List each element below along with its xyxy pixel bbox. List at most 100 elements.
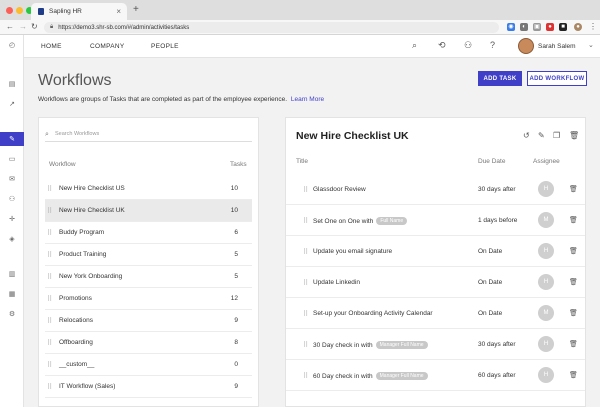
column-header-tasks[interactable]: Tasks <box>230 161 247 168</box>
drag-handle-icon[interactable]: ⠿ <box>303 217 308 225</box>
edit-icon[interactable]: ✎ <box>538 131 545 140</box>
page-title: Workflows <box>38 72 112 89</box>
workflow-row[interactable]: ⠿ New Hire Checklist US 10 <box>45 178 252 200</box>
copy-icon[interactable]: ❐ <box>553 131 560 140</box>
add-task-button[interactable]: ADD TASK <box>478 71 522 86</box>
help-icon[interactable]: ? <box>490 40 495 50</box>
assignee-avatar[interactable]: H <box>538 181 554 197</box>
add-workflow-button[interactable]: ADD WORKFLOW <box>527 71 587 86</box>
documents-icon[interactable]: ▭ <box>0 152 24 166</box>
drag-handle-icon[interactable]: ⠿ <box>303 310 308 318</box>
reset-icon[interactable]: ↺ <box>523 131 530 140</box>
chevron-down-icon[interactable]: ⌄ <box>588 41 594 49</box>
assignee-avatar[interactable]: H <box>538 336 554 352</box>
drag-handle-icon[interactable]: ⠿ <box>47 273 52 281</box>
workflow-row[interactable]: ⠿ Offboarding 8 <box>45 332 252 354</box>
drag-handle-icon[interactable]: ⠿ <box>47 383 52 391</box>
browser-tab[interactable]: Sapling HR × <box>31 3 127 20</box>
reload-icon[interactable]: ↻ <box>31 22 38 31</box>
close-window-button[interactable] <box>6 7 13 14</box>
extension-icon-5[interactable]: ■ <box>559 23 567 31</box>
delete-task-icon[interactable]: 🗑︎ <box>569 309 578 317</box>
search-icon[interactable]: ⌕ <box>412 40 417 51</box>
extension-icon-3[interactable]: ▣ <box>533 23 541 31</box>
workflow-name: Promotions <box>59 295 92 302</box>
drag-handle-icon[interactable]: ⠿ <box>303 372 308 380</box>
drag-handle-icon[interactable]: ⠿ <box>47 185 52 193</box>
back-icon[interactable]: ← <box>6 22 14 31</box>
close-tab-icon[interactable]: × <box>116 7 121 16</box>
browser-menu-icon[interactable]: ⋮ <box>589 22 597 31</box>
delete-task-icon[interactable]: 🗑︎ <box>569 371 578 379</box>
assignee-avatar[interactable]: H <box>538 367 554 383</box>
task-row[interactable]: ⠿ Set-up your Onboarding Activity Calenda… <box>286 298 585 329</box>
delete-task-icon[interactable]: 🗑︎ <box>569 278 578 286</box>
forward-icon[interactable]: → <box>19 22 27 31</box>
drag-handle-icon[interactable]: ⠿ <box>47 295 52 303</box>
assignee-avatar[interactable]: H <box>538 243 554 259</box>
drag-handle-icon[interactable]: ⠿ <box>47 361 52 369</box>
delete-task-icon[interactable]: 🗑︎ <box>569 216 578 224</box>
sapling-logo-icon[interactable]: ◴ <box>0 38 24 52</box>
drag-handle-icon[interactable]: ⠿ <box>47 207 52 215</box>
reports-icon[interactable]: ↗ <box>0 97 24 111</box>
workflow-row[interactable]: ⠿ __custom__ 0 <box>45 354 252 376</box>
workflow-name: IT Workflow (Sales) <box>59 383 116 390</box>
delete-task-icon[interactable]: 🗑︎ <box>569 340 578 348</box>
drag-handle-icon[interactable]: ⠿ <box>47 251 52 259</box>
workflow-row[interactable]: ⠿ Buddy Program 6 <box>45 222 252 244</box>
url-input[interactable]: 🔒︎ https://demo3.shr-sb.com/#/admin/acti… <box>44 22 499 33</box>
nav-company[interactable]: COMPANY <box>90 43 124 50</box>
workflows-icon[interactable]: ✎ <box>0 132 24 146</box>
company-icon[interactable]: ▥ <box>0 267 24 281</box>
task-row[interactable]: ⠿ 30 Day check in with Manager Full Name 30… <box>286 329 585 360</box>
search-workflows-input[interactable]: ⌕ Search Workflows <box>45 129 252 142</box>
drag-handle-icon[interactable]: ⠿ <box>47 317 52 325</box>
groups-icon[interactable]: ▦ <box>0 287 24 301</box>
workflow-row[interactable]: ⠿ IT Workflow (Sales) 9 <box>45 376 252 398</box>
learn-more-link[interactable]: Learn More <box>291 96 324 103</box>
drag-handle-icon[interactable]: ⠿ <box>303 248 308 256</box>
drag-handle-icon[interactable]: ⠿ <box>47 229 52 237</box>
task-row[interactable]: ⠿ 60 Day check in with Manager Full Name 60… <box>286 360 585 391</box>
nav-people[interactable]: PEOPLE <box>151 43 179 50</box>
user-name[interactable]: Sarah Salem <box>538 43 576 50</box>
extension-icon-1[interactable]: ◉ <box>507 23 515 31</box>
extension-icon-2[interactable]: ◐ <box>520 23 528 31</box>
workflow-row[interactable]: ⠿ New York Onboarding 5 <box>45 266 252 288</box>
user-avatar[interactable] <box>518 38 534 54</box>
add-people-icon[interactable]: ⚇ <box>464 40 472 51</box>
new-tab-icon[interactable]: + <box>133 4 139 15</box>
workflow-row[interactable]: ⠿ Promotions 12 <box>45 288 252 310</box>
workflow-row[interactable]: ⠿ New Hire Checklist UK 10 <box>45 200 252 222</box>
lock-icon: 🔒︎ <box>50 24 54 30</box>
task-row[interactable]: ⠿ Glassdoor Review 30 days after H 🗑︎ <box>286 174 585 205</box>
task-row[interactable]: ⠿ Set One on One with Full Name 1 days befo… <box>286 205 585 236</box>
drag-handle-icon[interactable]: ⠿ <box>303 341 308 349</box>
delete-workflow-icon[interactable]: 🗑︎ <box>569 131 579 140</box>
column-header-workflow[interactable]: Workflow <box>49 161 76 168</box>
people-icon[interactable]: ⚇ <box>0 192 24 206</box>
nav-home[interactable]: HOME <box>41 43 62 50</box>
assignee-avatar[interactable]: H <box>538 274 554 290</box>
assignee-avatar[interactable]: M <box>538 305 554 321</box>
drag-handle-icon[interactable]: ⠿ <box>303 186 308 194</box>
delete-task-icon[interactable]: 🗑︎ <box>569 247 578 255</box>
workflow-row[interactable]: ⠿ Relocations 9 <box>45 310 252 332</box>
email-icon[interactable]: ✉ <box>0 172 24 186</box>
extension-icon-4[interactable]: ● <box>546 23 554 31</box>
drag-handle-icon[interactable]: ⠿ <box>47 339 52 347</box>
workflow-row[interactable]: ⠿ Product Training 5 <box>45 244 252 266</box>
settings-icon[interactable]: ⚙ <box>0 307 24 321</box>
history-icon[interactable]: ⟲ <box>438 40 446 51</box>
task-row[interactable]: ⠿ Update Linkedin On Date H 🗑︎ <box>286 267 585 298</box>
dashboard-icon[interactable]: ▤ <box>0 77 24 91</box>
security-icon[interactable]: ◈ <box>0 232 24 246</box>
profile-icon[interactable]: ● <box>574 23 582 31</box>
task-row[interactable]: ⠿ Update you email signature On Date H 🗑︎ <box>286 236 585 267</box>
integrations-icon[interactable]: ✛ <box>0 212 24 226</box>
delete-task-icon[interactable]: 🗑︎ <box>569 185 578 193</box>
drag-handle-icon[interactable]: ⠿ <box>303 279 308 287</box>
minimize-window-button[interactable] <box>16 7 23 14</box>
assignee-avatar[interactable]: M <box>538 212 554 228</box>
